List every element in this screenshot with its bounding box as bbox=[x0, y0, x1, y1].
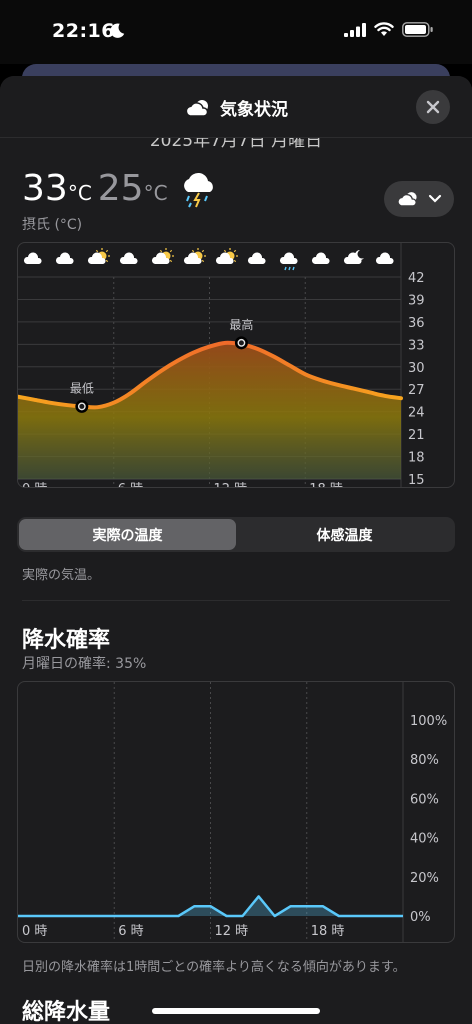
sheet-title-text: 気象状況 bbox=[220, 100, 288, 120]
cloud-sun-icon bbox=[397, 192, 417, 207]
y-tick-label: 33 bbox=[408, 338, 425, 353]
y-tick-label: 39 bbox=[408, 293, 425, 308]
y-tick-label: 30 bbox=[408, 361, 425, 376]
x-tick-label: 18 時 bbox=[311, 924, 345, 939]
cloud-icon bbox=[23, 252, 42, 264]
status-icons bbox=[344, 22, 434, 37]
conditions-sheet: 気象状況 2025年7月7日 月曜日 33 °C 25 °C 摂氏 (°C) 最… bbox=[0, 76, 472, 1024]
low-temp: 25 bbox=[97, 168, 144, 209]
cloud-icon bbox=[375, 252, 394, 264]
y-tick-label: 18 bbox=[408, 451, 425, 466]
status-time: 22:16 bbox=[52, 20, 115, 42]
precipitation-chart-svg: 100% 80% 60% 40% 20% 0% 0 時 6 時 12 時 18 時 bbox=[18, 682, 447, 942]
unit-label: 摂氏 (°C) bbox=[22, 217, 83, 233]
cloud-icon bbox=[247, 252, 266, 264]
partly-sunny-icon bbox=[183, 248, 206, 264]
sheet-title: 気象状況 bbox=[0, 95, 472, 120]
temperature-area bbox=[18, 342, 401, 479]
y-tick-label: 36 bbox=[408, 316, 425, 331]
temperature-type-control: 実際の温度 体感温度 bbox=[17, 517, 455, 552]
battery-icon bbox=[402, 22, 433, 37]
cloud-icon bbox=[311, 252, 330, 264]
x-tick-label: 0 時 bbox=[22, 924, 47, 939]
rain-icon bbox=[279, 252, 298, 271]
y-tick-label: 27 bbox=[408, 383, 425, 398]
high-label: 最高 bbox=[229, 317, 253, 332]
partly-cloudy-night-icon bbox=[343, 250, 364, 264]
temperature-summary: 33 °C 25 °C bbox=[22, 168, 174, 209]
x-tick-label: 18 時 bbox=[309, 482, 343, 488]
thunderstorm-icon bbox=[184, 172, 213, 208]
cloud-icon bbox=[119, 252, 138, 264]
temperature-chart[interactable]: 最低 最高 42 39 36 33 30 27 24 21 18 15 0 時 6 時 12 時 18 時 bbox=[17, 242, 455, 488]
segment-actual-temp[interactable]: 実際の温度 bbox=[19, 519, 236, 550]
x-tick-label: 12 時 bbox=[215, 924, 249, 939]
wifi-icon bbox=[374, 22, 394, 36]
home-indicator[interactable] bbox=[152, 1008, 320, 1014]
y-tick-label: 42 bbox=[408, 271, 425, 286]
chevron-down-icon bbox=[428, 194, 442, 203]
precip-subtitle: 月曜日の確率: 35% bbox=[22, 656, 147, 672]
y-tick-label: 40% bbox=[410, 832, 439, 847]
chart-type-dropdown[interactable] bbox=[384, 181, 454, 217]
close-button[interactable] bbox=[416, 90, 450, 124]
x-tick-label: 0 時 bbox=[22, 482, 47, 488]
partly-sunny-icon bbox=[87, 248, 110, 264]
signal-icon bbox=[344, 22, 366, 37]
y-tick-label: 21 bbox=[408, 428, 425, 443]
cloud-icon bbox=[55, 252, 74, 264]
y-tick-label: 0% bbox=[410, 910, 431, 925]
y-tick-label: 20% bbox=[410, 871, 439, 886]
close-icon bbox=[426, 100, 440, 114]
y-tick-label: 100% bbox=[410, 714, 447, 729]
high-temp: 33 bbox=[22, 168, 68, 209]
partly-sunny-icon bbox=[151, 248, 174, 264]
high-temp-unit: °C bbox=[67, 181, 92, 205]
moon-icon bbox=[110, 23, 125, 38]
divider bbox=[22, 600, 450, 601]
x-tick-label: 6 時 bbox=[118, 482, 143, 488]
x-tick-label: 6 時 bbox=[118, 924, 143, 939]
cloud-sun-icon bbox=[185, 100, 209, 117]
precipitation-chart[interactable]: 100% 80% 60% 40% 20% 0% 0 時 6 時 12 時 18 時 bbox=[17, 681, 455, 943]
y-tick-label: 24 bbox=[408, 406, 425, 421]
precip-note: 日別の降水確率は1時間ごとの確率より高くなる傾向があります。 bbox=[22, 960, 406, 975]
actual-temp-note: 実際の気温。 bbox=[22, 568, 101, 583]
segment-feels-like[interactable]: 体感温度 bbox=[236, 519, 453, 550]
temperature-chart-svg: 最低 最高 42 39 36 33 30 27 24 21 18 15 0 時 6 時 12 時 18 時 bbox=[18, 243, 425, 488]
low-temp-unit: °C bbox=[143, 181, 168, 205]
partly-sunny-icon bbox=[215, 248, 238, 264]
x-tick-label: 12 時 bbox=[214, 482, 248, 488]
status-bar: 22:16 bbox=[0, 0, 472, 64]
low-label: 最低 bbox=[70, 381, 94, 395]
y-tick-label: 60% bbox=[410, 792, 439, 807]
y-tick-label: 15 bbox=[408, 473, 425, 488]
precip-title: 降水確率 bbox=[22, 628, 111, 653]
sheet-header: 気象状況 bbox=[0, 76, 472, 138]
y-tick-label: 80% bbox=[410, 753, 439, 768]
total-precip-title: 総降水量 bbox=[22, 1000, 111, 1024]
